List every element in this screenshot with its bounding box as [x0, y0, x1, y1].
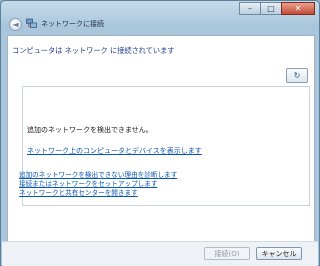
network-icon: [26, 18, 37, 28]
cancel-button[interactable]: キャンセル: [256, 247, 302, 260]
connect-button[interactable]: 接続(O): [204, 247, 250, 260]
network-sharing-center-link[interactable]: ネットワークと共有センターを開きます: [19, 189, 177, 198]
button-bar: 接続(O) キャンセル: [2, 241, 318, 266]
task-links: 追加のネットワークを検出できない理由を診断します 接続またはネットワークをセット…: [19, 171, 177, 198]
content-area: コンピュータは ネットワーク に接続されています ↻ 追加のネットワークを検出で…: [7, 35, 315, 242]
close-button[interactable]: ✕: [281, 2, 315, 15]
diagnose-link[interactable]: 追加のネットワークを検出できない理由を診断します: [19, 171, 177, 180]
window-controls: – □ ✕: [239, 2, 315, 15]
title-bar: – □ ✕ ◄ ネットワークに接続: [1, 1, 319, 31]
minimize-button[interactable]: –: [239, 2, 261, 15]
dialog-window: – □ ✕ ◄ ネットワークに接続 コンピュータは ネットワーク に接続されてい…: [0, 0, 320, 266]
setup-connection-link[interactable]: 接続またはネットワークをセットアップします: [19, 180, 177, 189]
window-title: ネットワークに接続: [41, 20, 104, 28]
back-arrow-icon: ◄: [12, 20, 19, 29]
refresh-icon: ↻: [293, 71, 301, 80]
connection-status-heading: コンピュータは ネットワーク に接続されています: [12, 46, 175, 55]
back-button[interactable]: ◄: [9, 18, 22, 31]
refresh-button[interactable]: ↻: [286, 68, 308, 83]
show-computers-link[interactable]: ネットワーク上のコンピュータとデバイスを表示します: [27, 146, 202, 156]
maximize-button[interactable]: □: [260, 2, 282, 15]
no-networks-message: 追加のネットワークを検出できません。: [27, 126, 153, 134]
